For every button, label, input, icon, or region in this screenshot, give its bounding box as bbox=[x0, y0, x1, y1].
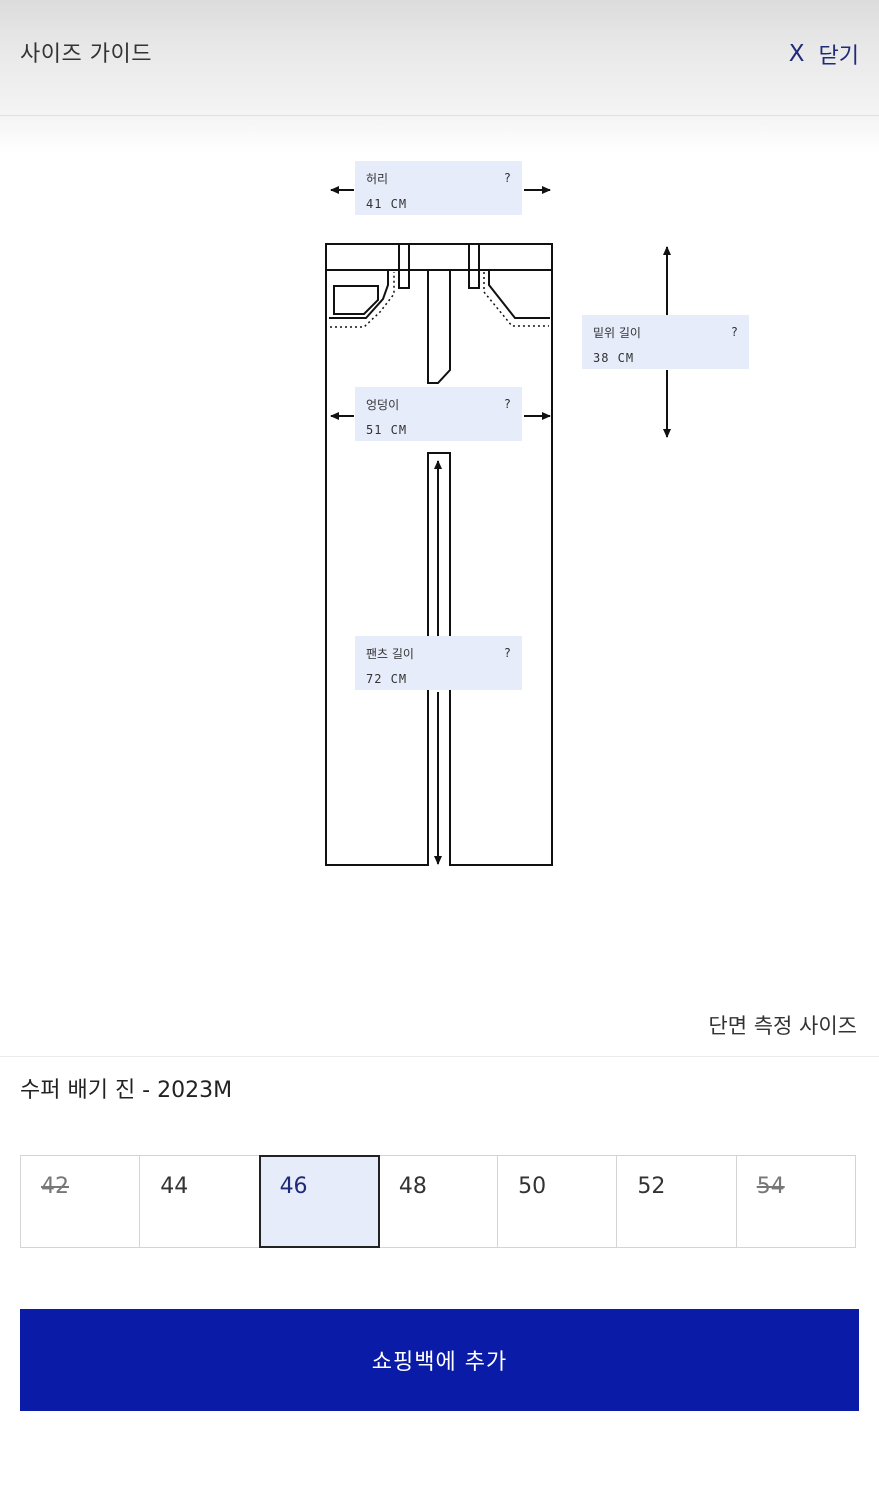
rise-measurement: 밑위 길이 ? 38 CM bbox=[582, 315, 749, 369]
measurement-value: 51 CM bbox=[366, 423, 408, 437]
measurement-value: 41 CM bbox=[366, 197, 408, 211]
close-button[interactable]: X 닫기 bbox=[789, 38, 859, 70]
help-icon[interactable]: ? bbox=[731, 325, 738, 339]
measurement-name: 엉덩이 bbox=[366, 398, 400, 412]
size-label: 54 bbox=[756, 1174, 785, 1199]
size-label: 48 bbox=[398, 1174, 427, 1199]
measurement-name: 허리 bbox=[366, 172, 389, 186]
pants-diagram: 허리 ? 41 CM 밑위 길이 ? 38 CM 엉덩이 ? 51 CM 팬츠 … bbox=[0, 150, 879, 910]
page-title: 사이즈 가이드 bbox=[20, 42, 152, 67]
size-option[interactable]: 52 bbox=[617, 1156, 737, 1247]
size-label: 50 bbox=[518, 1174, 547, 1199]
measurement-note: 단면 측정 사이즈 bbox=[708, 1014, 857, 1038]
waist-measurement: 허리 ? 41 CM bbox=[355, 161, 522, 215]
divider bbox=[0, 1056, 879, 1057]
size-option-selected[interactable]: 46 bbox=[258, 1155, 380, 1248]
size-option[interactable]: 44 bbox=[140, 1156, 260, 1247]
size-option[interactable]: 42 bbox=[21, 1156, 141, 1247]
measurement-name: 팬츠 길이 bbox=[366, 647, 414, 661]
measurement-name: 밑위 길이 bbox=[593, 326, 641, 340]
pants-outline bbox=[325, 186, 671, 866]
hip-measurement: 엉덩이 ? 51 CM bbox=[355, 387, 522, 441]
size-option[interactable]: 48 bbox=[379, 1156, 499, 1247]
modal-header: 사이즈 가이드 X 닫기 bbox=[0, 0, 879, 116]
size-option[interactable]: 50 bbox=[498, 1156, 618, 1247]
size-selector: 42 44 46 48 50 52 54 bbox=[20, 1155, 856, 1248]
measurement-value: 38 CM bbox=[593, 351, 635, 365]
size-label: 46 bbox=[279, 1174, 308, 1199]
size-label: 52 bbox=[637, 1174, 666, 1199]
length-measurement: 팬츠 길이 ? 72 CM bbox=[355, 636, 522, 690]
add-to-bag-button[interactable]: 쇼핑백에 추가 bbox=[20, 1309, 859, 1411]
size-option[interactable]: 54 bbox=[737, 1156, 855, 1247]
measurement-value: 72 CM bbox=[366, 672, 408, 686]
help-icon[interactable]: ? bbox=[504, 646, 511, 660]
product-name: 수퍼 배기 진 - 2023M bbox=[20, 1078, 233, 1103]
size-label: 42 bbox=[41, 1174, 69, 1199]
help-icon[interactable]: ? bbox=[504, 397, 511, 411]
size-label: 44 bbox=[160, 1174, 189, 1199]
close-icon[interactable]: X bbox=[789, 41, 805, 67]
header-shadow bbox=[0, 116, 879, 152]
close-label[interactable]: 닫기 bbox=[819, 38, 859, 70]
help-icon[interactable]: ? bbox=[504, 171, 511, 185]
